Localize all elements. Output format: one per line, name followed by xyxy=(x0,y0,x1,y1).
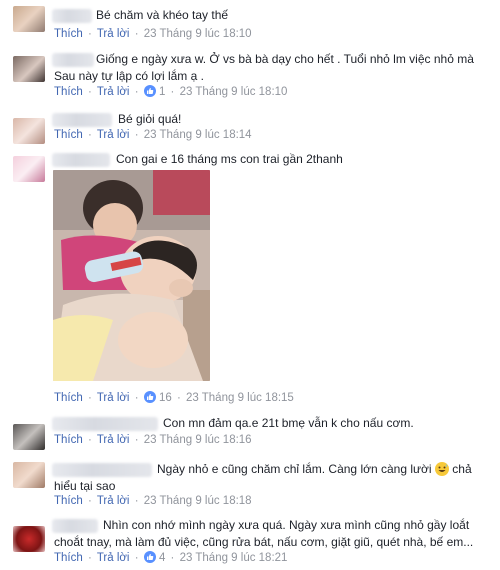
like-link[interactable]: Thích xyxy=(54,434,83,446)
comment-actions: Thích · Trả lời · 23 Tháng 9 lúc 18:10 xyxy=(54,28,252,40)
commenter-name-blurred[interactable] xyxy=(52,417,158,431)
like-link[interactable]: Thích xyxy=(54,28,83,40)
like-link[interactable]: Thích xyxy=(54,392,83,404)
comment-text: Bé chăm và khéo tay thế xyxy=(96,8,229,22)
reply-link[interactable]: Trả lời xyxy=(97,434,130,446)
avatar[interactable] xyxy=(13,424,45,450)
comment-actions: Thích · Trả lời · 23 Tháng 9 lúc 18:14 xyxy=(54,129,252,141)
reply-link[interactable]: Trả lời xyxy=(97,28,130,40)
avatar[interactable] xyxy=(13,526,45,552)
avatar[interactable] xyxy=(13,156,45,182)
comment-text-line-2: choắt tnay, mà làm đủ việc, cũng rửa bát… xyxy=(54,535,474,549)
comment-text-line-2: hiểu tại sao xyxy=(54,479,116,493)
comment-timestamp[interactable]: 23 Tháng 9 lúc 18:18 xyxy=(144,495,252,507)
commenter-name-blurred[interactable] xyxy=(52,463,152,477)
comment-timestamp[interactable]: 23 Tháng 9 lúc 18:16 xyxy=(144,434,252,446)
commenter-name-blurred[interactable] xyxy=(52,519,98,533)
reply-link[interactable]: Trả lời xyxy=(97,552,130,564)
like-link[interactable]: Thích xyxy=(54,495,83,507)
avatar[interactable] xyxy=(13,6,45,32)
comment-1: Bé chăm và khéo tay thế Thích · Trả lời … xyxy=(0,0,500,44)
comment-timestamp[interactable]: 23 Tháng 9 lúc 18:10 xyxy=(180,86,288,98)
comment-5: Con mn đảm qa.e 21t bmẹ vẫn k cho nấu cơ… xyxy=(0,410,500,454)
like-link[interactable]: Thích xyxy=(54,86,83,98)
comment-timestamp[interactable]: 23 Tháng 9 lúc 18:10 xyxy=(144,28,252,40)
comment-actions: Thích · Trả lời · 23 Tháng 9 lúc 18:18 xyxy=(54,495,252,507)
photo-children-illustration xyxy=(53,170,210,381)
comment-timestamp[interactable]: 23 Tháng 9 lúc 18:21 xyxy=(180,552,288,564)
like-count-icon[interactable] xyxy=(143,85,156,97)
comment-actions: Thích · Trả lời · 16 · 23 Tháng 9 lúc 18… xyxy=(54,391,294,404)
reply-link[interactable]: Trả lời xyxy=(97,495,130,507)
comment-text-line-1: Giống e ngày xưa w. Ở vs bà bà dạy cho h… xyxy=(96,52,474,66)
commenter-name-blurred[interactable] xyxy=(52,113,112,127)
avatar[interactable] xyxy=(13,118,45,144)
avatar[interactable] xyxy=(13,56,45,82)
comment-6: Ngày nhỏ e cũng chăm chỉ lắm. Càng lớn c… xyxy=(0,454,500,512)
comment-timestamp[interactable]: 23 Tháng 9 lúc 18:14 xyxy=(144,129,252,141)
like-count[interactable]: 4 xyxy=(159,552,165,564)
like-count[interactable]: 16 xyxy=(159,392,172,404)
commenter-name-blurred[interactable] xyxy=(52,9,92,23)
avatar[interactable] xyxy=(13,462,45,488)
like-count-icon[interactable] xyxy=(143,551,156,563)
comment-photo[interactable] xyxy=(53,170,210,381)
reply-link[interactable]: Trả lời xyxy=(97,392,130,404)
comment-actions: Thích · Trả lời · 1 · 23 Tháng 9 lúc 18:… xyxy=(54,85,288,98)
reply-link[interactable]: Trả lời xyxy=(97,129,130,141)
like-link[interactable]: Thích xyxy=(54,129,83,141)
comment-text: Bé giỏi quá! xyxy=(118,112,182,126)
like-count-icon[interactable] xyxy=(143,391,156,403)
comment-text-line-2: Sau này tự lập có lợi lắm ạ . xyxy=(54,69,204,83)
comment-text-line-1: Ngày nhỏ e cũng chăm chỉ lắm. Càng lớn c… xyxy=(157,462,472,476)
grinning-sweat-emoji xyxy=(434,462,449,476)
commenter-name-blurred[interactable] xyxy=(52,153,110,167)
comment-2: Giống e ngày xưa w. Ở vs bà bà dạy cho h… xyxy=(0,44,500,104)
comment-actions: Thích · Trả lời · 23 Tháng 9 lúc 18:16 xyxy=(54,434,252,446)
comment-text: Con mn đảm qa.e 21t bmẹ vẫn k cho nấu cơ… xyxy=(163,416,414,430)
commenter-name-blurred[interactable] xyxy=(52,53,94,67)
comment-7: Nhìn con nhớ mình ngày xưa quá. Ngày xưa… xyxy=(0,512,500,570)
comment-text: Con gai e 16 tháng ms con trai gần 2than… xyxy=(116,152,343,166)
reply-link[interactable]: Trả lời xyxy=(97,86,130,98)
comment-text-line-1: Nhìn con nhớ mình ngày xưa quá. Ngày xưa… xyxy=(103,518,470,532)
like-link[interactable]: Thích xyxy=(54,552,83,564)
comment-timestamp[interactable]: 23 Tháng 9 lúc 18:15 xyxy=(186,392,294,404)
like-count[interactable]: 1 xyxy=(159,86,165,98)
comment-3: Bé giỏi quá! Thích · Trả lời · 23 Tháng … xyxy=(0,104,500,148)
comment-actions: Thích · Trả lời · 4 · 23 Tháng 9 lúc 18:… xyxy=(54,551,288,564)
